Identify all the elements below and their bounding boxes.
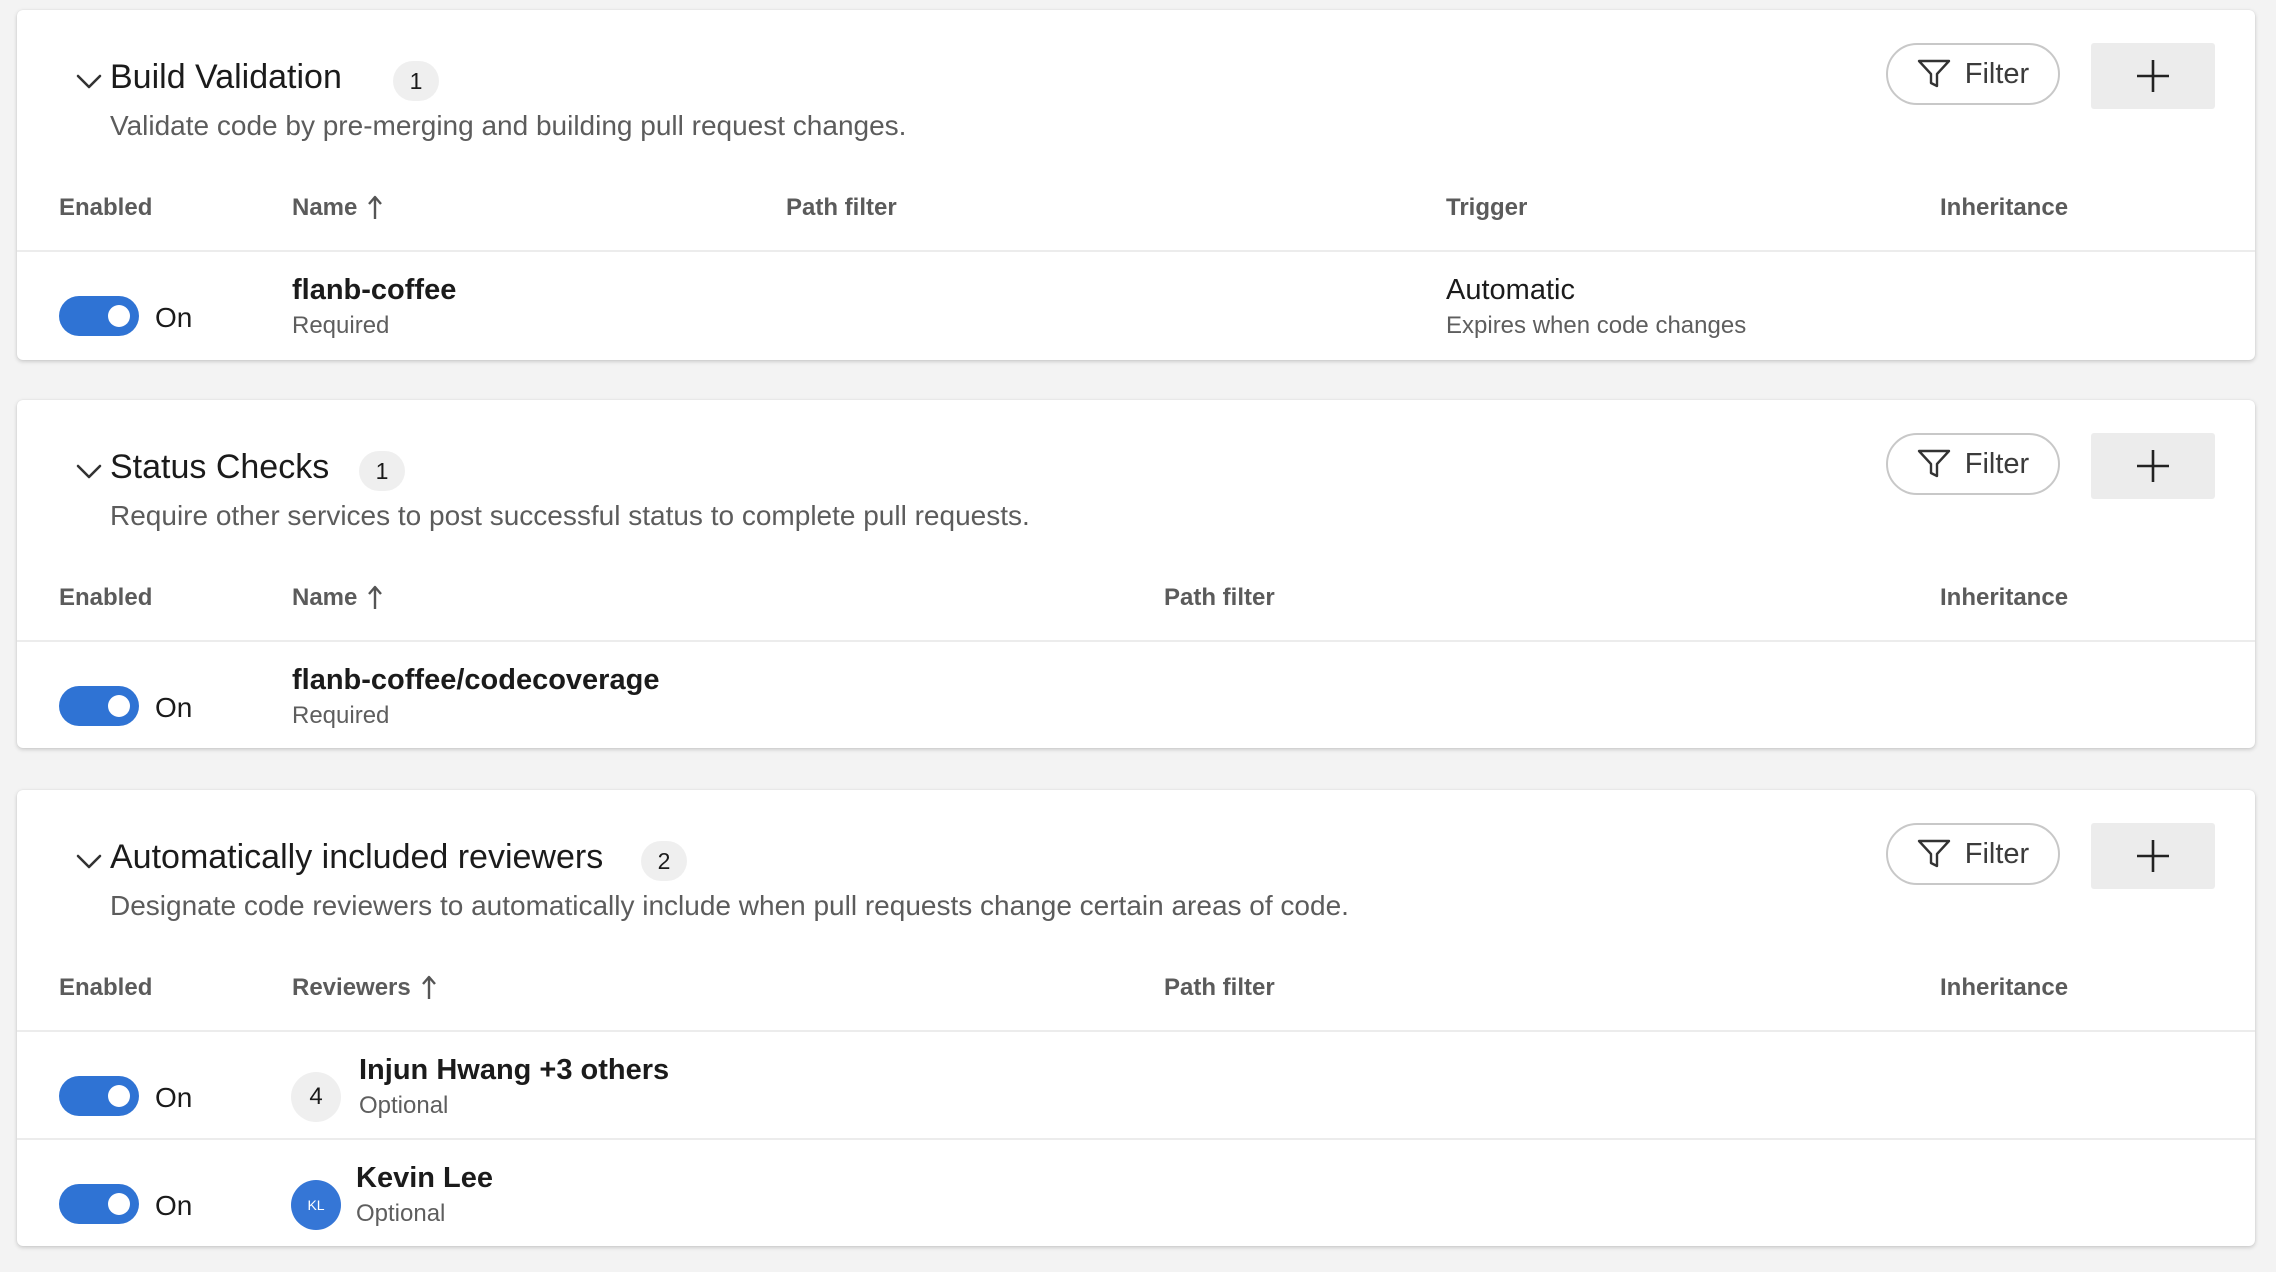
status-check-name: flanb-coffee/codecoverage <box>292 664 660 696</box>
toggle-label: On <box>155 302 193 333</box>
column-name-label: Name <box>292 584 358 611</box>
reviewer-name: Injun Hwang +3 others <box>359 1054 670 1086</box>
section-title: Build Validation <box>110 58 342 96</box>
build-validation-section: Build Validation 1 Validate code by pre-… <box>17 10 2255 360</box>
section-description: Require other services to post successfu… <box>110 500 1030 531</box>
plus-icon <box>2137 60 2169 92</box>
collapse-chevron-icon[interactable] <box>73 848 105 876</box>
toggle-label: On <box>155 1190 193 1221</box>
filter-label: Filter <box>1964 837 2030 870</box>
section-header: Status Checks 1 Require other services t… <box>17 400 2255 600</box>
filter-icon <box>1917 839 1950 868</box>
requirement-text: Optional <box>356 1200 446 1227</box>
toggle-label: On <box>155 692 193 723</box>
add-button[interactable] <box>2091 43 2215 109</box>
section-title: Status Checks <box>110 448 330 486</box>
column-path-filter: Path filter <box>1164 584 1275 611</box>
section-header: Build Validation 1 Validate code by pre-… <box>17 10 2255 210</box>
section-title: Automatically included reviewers <box>110 838 604 876</box>
filter-button[interactable]: Filter <box>1886 433 2060 495</box>
requirement-text: Optional <box>359 1092 449 1119</box>
filter-label: Filter <box>1964 57 2030 90</box>
column-inheritance: Inheritance <box>1940 194 2069 221</box>
table-row[interactable]: On flanb-coffee/codecoverage Required <box>17 642 2255 748</box>
section-header: Automatically included reviewers 2 Desig… <box>17 790 2255 990</box>
section-description: Validate code by pre-merging and buildin… <box>110 110 907 141</box>
collapse-chevron-icon[interactable] <box>73 458 105 486</box>
column-enabled: Enabled <box>59 974 153 1001</box>
enabled-toggle[interactable] <box>59 686 139 726</box>
section-description: Designate code reviewers to automaticall… <box>110 890 1349 921</box>
table-row[interactable]: On KL Kevin Lee Optional <box>17 1140 2255 1246</box>
column-inheritance: Inheritance <box>1940 584 2069 611</box>
collapse-chevron-icon[interactable] <box>73 68 105 96</box>
filter-icon <box>1917 59 1950 88</box>
toggle-label: On <box>155 1082 193 1113</box>
filter-button[interactable]: Filter <box>1886 43 2060 105</box>
auto-reviewers-section: Automatically included reviewers 2 Desig… <box>17 790 2255 1246</box>
column-reviewers[interactable]: Reviewers <box>292 974 437 1002</box>
trigger-text: Automatic <box>1446 274 1575 306</box>
column-enabled: Enabled <box>59 194 153 221</box>
policy-name: flanb-coffee <box>292 274 457 306</box>
filter-icon <box>1917 449 1950 478</box>
column-name[interactable]: Name <box>292 584 383 612</box>
reviewer-count-badge: 4 <box>291 1072 341 1122</box>
sort-ascending-icon <box>421 975 436 999</box>
column-reviewers-label: Reviewers <box>292 974 411 1001</box>
column-name-label: Name <box>292 194 358 221</box>
enabled-toggle[interactable] <box>59 1184 139 1224</box>
table-row[interactable]: On flanb-coffee Required Automatic Expir… <box>17 252 2255 358</box>
add-button[interactable] <box>2091 433 2215 499</box>
filter-label: Filter <box>1964 447 2030 480</box>
enabled-toggle[interactable] <box>59 1076 139 1116</box>
table-row[interactable]: On 4 Injun Hwang +3 others Optional <box>17 1032 2255 1138</box>
count-badge: 1 <box>359 451 405 491</box>
filter-button[interactable]: Filter <box>1886 823 2060 885</box>
column-inheritance: Inheritance <box>1940 974 2069 1001</box>
column-enabled: Enabled <box>59 584 153 611</box>
requirement-text: Required <box>292 312 390 339</box>
plus-icon <box>2137 450 2169 482</box>
column-path-filter: Path filter <box>786 194 897 221</box>
reviewer-name: Kevin Lee <box>356 1162 493 1194</box>
trigger-detail: Expires when code changes <box>1446 312 1747 339</box>
column-name[interactable]: Name <box>292 194 383 222</box>
column-path-filter: Path filter <box>1164 974 1275 1001</box>
avatar: KL <box>291 1180 341 1230</box>
count-badge: 2 <box>641 841 687 881</box>
plus-icon <box>2137 840 2169 872</box>
sort-ascending-icon <box>368 195 383 219</box>
status-checks-section: Status Checks 1 Require other services t… <box>17 400 2255 748</box>
requirement-text: Required <box>292 702 390 729</box>
column-trigger: Trigger <box>1446 194 1528 221</box>
add-button[interactable] <box>2091 823 2215 889</box>
sort-ascending-icon <box>368 585 383 609</box>
enabled-toggle[interactable] <box>59 296 139 336</box>
count-badge: 1 <box>393 61 439 101</box>
